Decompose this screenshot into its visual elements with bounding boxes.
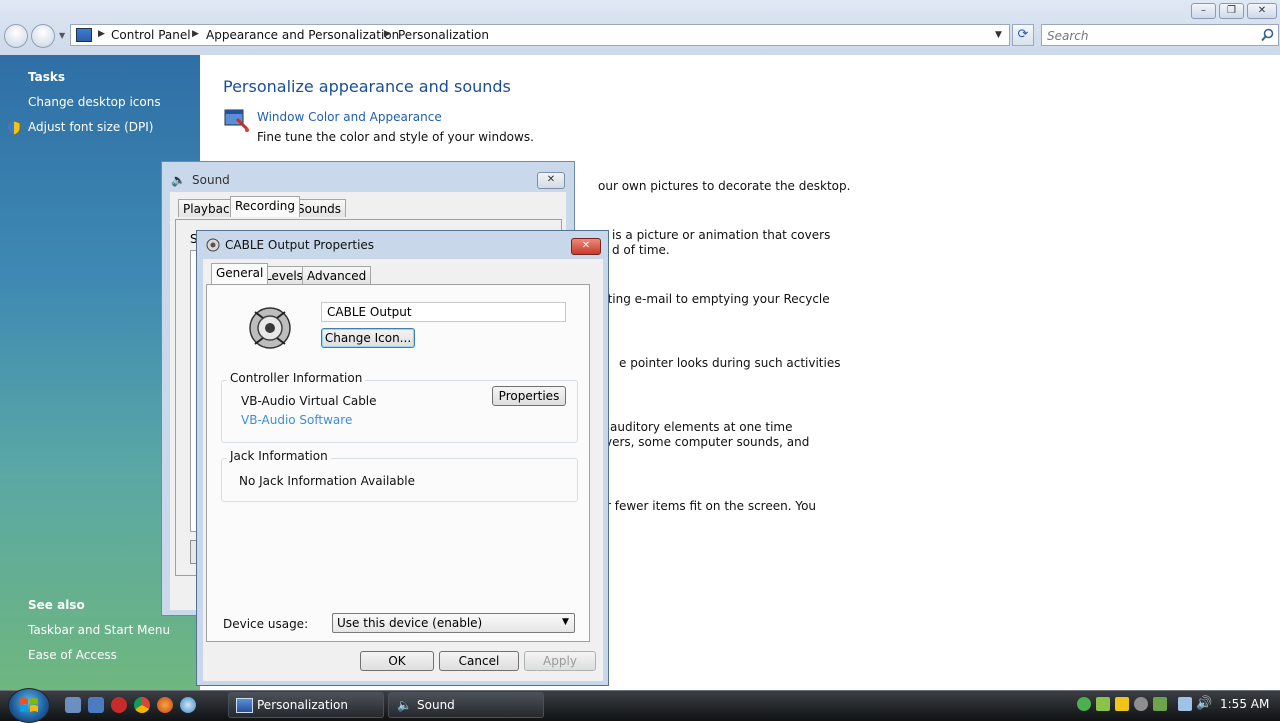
ok-button[interactable]: OK [360, 651, 434, 671]
cancel-button[interactable]: Cancel [439, 651, 519, 671]
task-change-desktop-icons[interactable]: Change desktop icons [28, 95, 161, 109]
tray-app-icon[interactable] [1134, 697, 1148, 711]
vendor-link[interactable]: VB-Audio Software [241, 413, 352, 427]
props-dialog-title: CABLE Output Properties [225, 238, 375, 252]
tab-sounds[interactable]: Sounds [292, 199, 347, 217]
forward-button[interactable] [31, 24, 55, 48]
window-close-button[interactable]: ✕ [1247, 3, 1277, 19]
change-icon-button[interactable]: Change Icon... [321, 328, 415, 348]
tray-app-icon[interactable] [1153, 697, 1167, 711]
cable-device-icon [206, 238, 220, 252]
breadcrumb-personalization[interactable]: Personalization [398, 28, 489, 42]
sound-close-button[interactable]: ✕ [537, 172, 565, 189]
content-fragment: our own pictures to decorate the desktop… [598, 179, 851, 193]
controller-name: VB-Audio Virtual Cable [241, 394, 377, 408]
network-icon[interactable] [1178, 697, 1192, 711]
breadcrumb-separator-icon: ▶ [384, 29, 391, 39]
breadcrumb-separator-icon: ▶ [98, 29, 105, 39]
address-dropdown-icon[interactable]: ▼ [995, 30, 1002, 40]
props-close-button[interactable]: ✕ [571, 238, 601, 255]
personalization-icon [236, 698, 253, 713]
taskbar-button-personalization[interactable]: Personalization [228, 692, 384, 718]
content-fragment: r fewer items fit on the screen. You [606, 499, 817, 513]
breadcrumb-appearance[interactable]: Appearance and Personalization [206, 28, 399, 42]
breadcrumb-control-panel[interactable]: Control Panel [111, 28, 191, 42]
chrome-icon[interactable] [134, 697, 150, 713]
opera-icon[interactable] [111, 697, 127, 713]
jack-information-heading: Jack Information [227, 449, 331, 463]
controller-properties-button[interactable]: Properties [492, 386, 566, 406]
content-fragment: d of time. [612, 243, 670, 257]
content-fragment: cting e-mail to emptying your Recycle [601, 292, 830, 306]
window-color-description: Fine tune the color and style of your wi… [257, 130, 534, 144]
controller-information-heading: Controller Information [227, 371, 366, 385]
see-also-ease-of-access[interactable]: Ease of Access [28, 648, 117, 662]
device-name-value: CABLE Output [327, 305, 412, 319]
clock[interactable]: 1:55 AM [1220, 697, 1269, 711]
cable-output-properties-dialog: CABLE Output Properties ✕ General Levels… [196, 230, 609, 686]
maximize-button[interactable]: ❐ [1219, 3, 1244, 19]
props-client-area: General Levels Advanced CABLE Output Cha… [203, 259, 603, 681]
see-also-taskbar[interactable]: Taskbar and Start Menu [28, 623, 170, 637]
windows-logo-icon [20, 698, 38, 712]
refresh-icon[interactable]: ⟳ [1012, 24, 1034, 46]
window-color-link[interactable]: Window Color and Appearance [257, 110, 442, 124]
firefox-icon[interactable] [157, 697, 173, 713]
content-fragment: e pointer looks during such activities [619, 356, 841, 370]
taskbar-button-sound[interactable]: 🔈 Sound [388, 692, 544, 718]
search-input[interactable]: Search [1041, 24, 1279, 46]
tab-recording[interactable]: Recording [230, 196, 301, 217]
tray-app-icon[interactable] [1096, 697, 1110, 711]
search-placeholder: Search [1047, 29, 1089, 43]
audio-device-icon [249, 307, 291, 349]
device-usage-select[interactable]: Use this device (enable) ▼ [332, 613, 575, 633]
chevron-down-icon: ▼ [562, 617, 569, 627]
device-usage-value: Use this device (enable) [337, 616, 483, 630]
speaker-icon: 🔈 [397, 698, 412, 712]
volume-icon[interactable]: 🔊 [1196, 696, 1212, 711]
general-tab-page: CABLE Output Change Icon... Controller I… [206, 284, 590, 642]
task-adjust-font-size[interactable]: Adjust font size (DPI) [28, 120, 153, 134]
ie-icon[interactable] [180, 697, 196, 713]
tab-general[interactable]: General [211, 263, 269, 284]
recent-pages-arrow-icon[interactable]: ▼ [59, 31, 65, 40]
sound-dialog-title: Sound [192, 173, 230, 187]
switch-windows-icon[interactable] [88, 697, 104, 713]
speaker-icon: 🔈 [171, 173, 186, 187]
apply-button[interactable]: Apply [524, 651, 596, 671]
search-icon[interactable] [1261, 28, 1274, 42]
uac-shield-icon [7, 120, 21, 136]
jack-information-text: No Jack Information Available [239, 474, 415, 488]
device-usage-label: Device usage: [223, 617, 309, 631]
breadcrumb-separator-icon: ▶ [192, 29, 199, 39]
taskbar-button-label: Sound [417, 698, 455, 712]
tray-status-icon[interactable] [1077, 697, 1091, 711]
tab-advanced[interactable]: Advanced [302, 266, 372, 284]
back-button[interactable] [4, 24, 28, 48]
window-color-icon [224, 109, 249, 132]
taskbar-button-label: Personalization [257, 698, 348, 712]
control-panel-icon [76, 28, 92, 42]
page-title: Personalize appearance and sounds [223, 77, 511, 96]
address-bar[interactable]: ▶ Control Panel ▶ Appearance and Persona… [70, 24, 1010, 46]
minimize-button[interactable]: – [1191, 3, 1216, 19]
device-name-field[interactable]: CABLE Output [321, 302, 566, 322]
tray-shield-icon[interactable] [1115, 697, 1129, 711]
see-also-heading: See also [28, 598, 85, 612]
content-fragment: is a picture or animation that covers [612, 228, 831, 242]
tasks-heading: Tasks [28, 70, 66, 84]
content-fragment: vers, some computer sounds, and [605, 435, 810, 449]
content-fragment: auditory elements at one time [610, 420, 793, 434]
start-button[interactable] [8, 688, 50, 723]
show-desktop-icon[interactable] [65, 697, 81, 713]
